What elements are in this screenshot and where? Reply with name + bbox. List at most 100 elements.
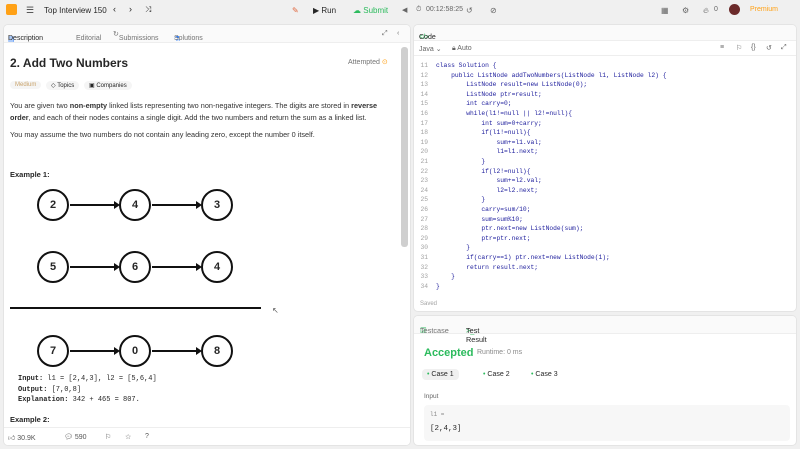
run-button[interactable]: ▶ Run [313,6,336,15]
code-line[interactable]: 12 public ListNode addTwoNumbers(ListNod… [414,72,796,82]
line-number: 25 [420,196,428,204]
reset-timer-icon[interactable]: ↺ [466,6,473,15]
like-button[interactable]: 👍︎ 30.9K [8,433,36,442]
expand-icon[interactable]: ⤢ [382,30,388,38]
code-text: if(l2!=null){ [436,167,531,175]
accepted-status: Accepted [424,347,474,359]
example-2-heading: Example 2: [10,415,50,424]
code-line[interactable]: 26 carry=sum/10; [414,206,796,216]
shuffle-icon[interactable]: ⤨ [145,5,151,15]
code-line[interactable]: 24 l2=l2.next; [414,187,796,197]
timer-display[interactable]: 00:12:58:25 [426,6,463,13]
description-footer: 👍︎ 30.9K 💬︎ 590 ⚐ ☆ ? [4,427,410,445]
case-2-label: Case 2 [487,371,510,378]
logo-icon[interactable] [6,4,17,15]
example-input: Input: l1 = [2,4,3], l2 = [5,6,4] [18,374,157,385]
code-line[interactable]: 20 l1=l1.next; [414,148,796,158]
companies-label: Companies [96,83,127,89]
language-select[interactable]: Java ⌄ [419,45,442,53]
code-text: } [436,158,486,165]
input-heading: Input [424,393,439,400]
streak-icon[interactable]: 🔥︎ [703,6,709,16]
star-icon[interactable]: ☆ [125,433,131,441]
code-line[interactable]: 30 } [414,244,796,254]
submit-label: Submit [363,6,389,15]
top-bar: ☰ Top Interview 150 ‹ › ⤨ ✎ ▶ Run ☁ Subm… [0,0,800,22]
statement-text-2: linked lists representing two non-negati… [107,101,352,110]
case-tab-2[interactable]: • Case 2 [478,369,515,380]
next-problem-icon[interactable]: › [129,4,132,14]
code-line[interactable]: 33 } [414,273,796,283]
code-line[interactable]: 22 if(l2!=null){ [414,167,796,178]
attempted-icon: ⊙ [381,59,388,66]
problem-title[interactable]: 2. Add Two Numbers [10,56,128,70]
tab-test-result-label: Test Result [466,326,487,344]
avatar[interactable] [729,4,740,15]
tab-submissions[interactable]: ↻ Submissions [113,30,159,42]
braces-icon[interactable]: {} [751,44,756,51]
arrow [152,201,202,209]
code-tabs: </> Code [414,25,796,41]
code-line[interactable]: 27 sum=sum%10; [414,216,796,226]
collapse-panel-icon[interactable]: ‹ [397,30,399,37]
companies-button[interactable]: ▣ Companies [84,81,132,90]
list-icon[interactable]: ☰ [26,5,34,16]
code-line[interactable]: 11 class Solution { [414,62,796,72]
code-line[interactable]: 13 ListNode result=new ListNode(0); [414,81,796,91]
case-tab-1[interactable]: • Case 1 [422,369,459,380]
scrollbar[interactable] [401,47,408,247]
code-line[interactable]: 15 int carry=0; [414,100,796,110]
problem-list-title[interactable]: Top Interview 150 [44,6,107,15]
help-icon[interactable]: ? [145,433,149,440]
bookmark-icon[interactable]: ⚐ [105,433,111,441]
code-line[interactable]: 14 ListNode ptr=result; [414,91,796,101]
line-number: 23 [420,177,428,185]
debug-icon[interactable]: ✎ [292,6,299,15]
line-number: 13 [420,81,428,89]
settings-icon[interactable]: ⚙ [682,6,689,15]
list-node: 4 [119,189,151,221]
line-number: 18 [420,129,428,137]
case-tab-3[interactable]: • Case 3 [526,369,563,380]
statement-text-3: , and each of their nodes contains a sin… [28,112,367,122]
topics-button[interactable]: ◇ Topics [46,81,80,90]
hide-timer-icon[interactable]: ⊘ [490,6,497,15]
code-line[interactable]: 25 } [414,196,796,206]
code-editor[interactable]: 11 class Solution {12 public ListNode add… [414,62,796,293]
line-number: 26 [420,206,428,213]
premium-link[interactable]: Premium [750,6,778,13]
format-icon[interactable]: ≡ [720,44,724,51]
code-line[interactable]: 16 while(l1!=null || l2!=null){ [414,110,796,120]
code-line[interactable]: 18 if(l1!=null){ [414,129,796,139]
code-panel: </> Code Java ⌄ 🔒︎ Auto ≡ ⚐ {} ↺ ⤢ 11 cla… [413,24,797,312]
comments-button[interactable]: 💬︎ 590 [64,433,87,441]
code-line[interactable]: 28 ptr.next=new ListNode(sum); [414,225,796,235]
code-text: if(carry==1) ptr.next=new ListNode(1); [436,254,610,261]
fullscreen-icon[interactable]: ⤢ [781,44,787,52]
line-number: 33 [420,273,428,281]
code-line[interactable]: 32 return result.next; [414,264,796,274]
autocomplete-toggle[interactable]: 🔒︎ Auto [452,45,472,53]
code-line[interactable]: 21 } [414,158,796,168]
input-value: l1 = [2,4,3], l2 = [5,6,4] [47,375,157,383]
layout-icon[interactable]: ▦ [661,6,669,15]
auto-label: Auto [457,45,472,52]
code-line[interactable]: 29 ptr=ptr.next; [414,235,796,245]
code-line[interactable]: 19 sum+=l1.val; [414,139,796,149]
reset-code-icon[interactable]: ↺ [766,44,772,52]
code-text: l1=l1.next; [436,148,539,156]
line-number: 17 [420,119,428,127]
comment-icon: 💬︎ [64,434,73,441]
bookmark-code-icon[interactable]: ⚐ [736,44,742,52]
code-line[interactable]: 34} [414,283,796,293]
tab-submissions-label: Submissions [118,35,159,42]
code-line[interactable]: 23 sum+=l2.val; [414,177,796,187]
submit-button[interactable]: ☁ Submit [353,6,388,15]
collapse-timer-icon[interactable]: ◀ [402,6,407,14]
code-line[interactable]: 17 int sum=0+carry; [414,119,796,130]
code-toolbar: Java ⌄ 🔒︎ Auto ≡ ⚐ {} ↺ ⤢ [414,41,796,56]
tab-code-label: Code [419,34,436,41]
explanation-value: 342 + 465 = 807. [72,396,140,404]
code-line[interactable]: 31 if(carry==1) ptr.next=new ListNode(1)… [414,254,796,264]
prev-problem-icon[interactable]: ‹ [113,4,116,14]
